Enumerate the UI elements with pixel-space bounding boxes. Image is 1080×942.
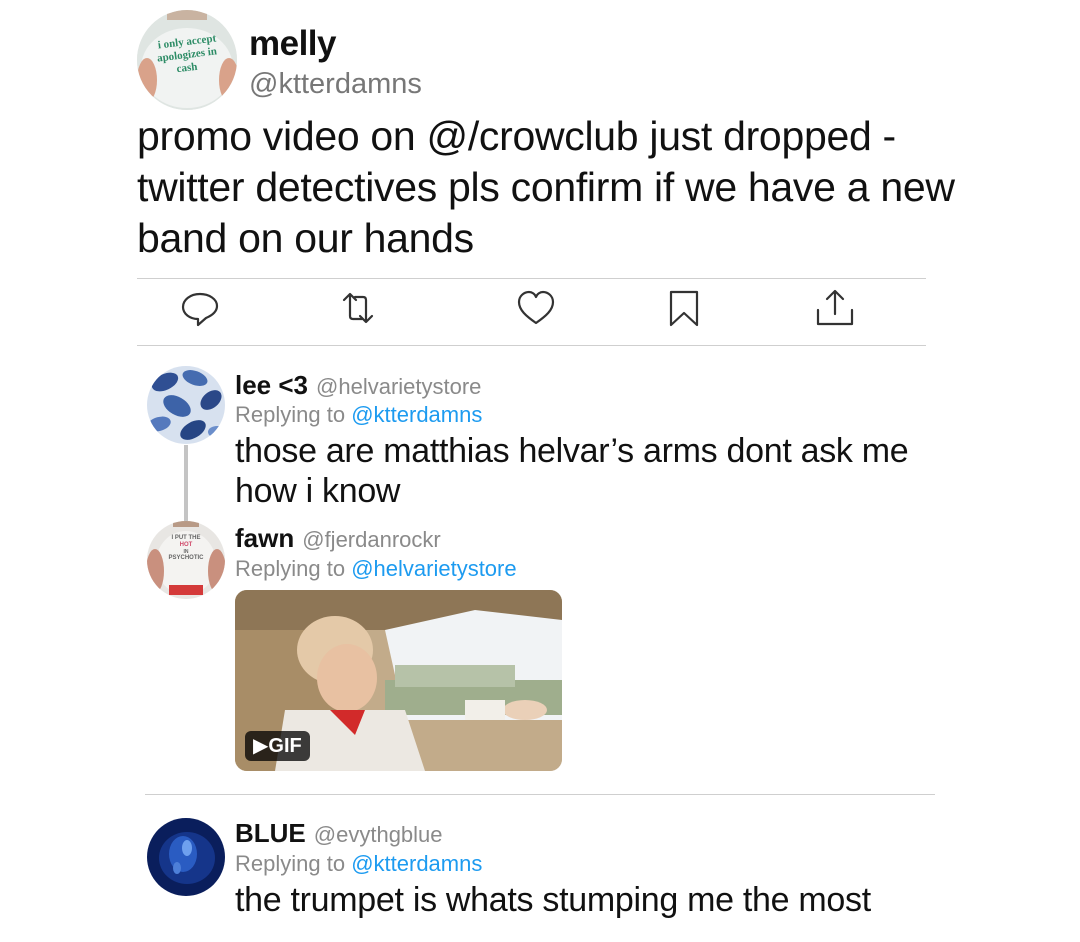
avatar-photo bbox=[147, 818, 225, 896]
tweet-text: promo video on @/crowclub just dropped -… bbox=[137, 113, 955, 261]
avatar-shirt-text: I PUT THE bbox=[171, 535, 201, 541]
replying-to: Replying to @ktterdamns bbox=[235, 402, 482, 428]
gif-badge: ▶GIF bbox=[245, 731, 310, 761]
avatar-photo bbox=[147, 366, 225, 444]
replying-to: Replying to @helvarietystore bbox=[235, 556, 517, 582]
reply-header: BLUE @evythgblue bbox=[235, 818, 443, 849]
reply-icon bbox=[181, 292, 219, 327]
avatar[interactable] bbox=[147, 818, 225, 896]
replying-to-label: Replying to bbox=[235, 402, 346, 427]
like-icon bbox=[517, 290, 555, 325]
replying-to-label: Replying to bbox=[235, 556, 346, 581]
author-handle[interactable]: @helvarietystore bbox=[316, 374, 481, 399]
thread-line bbox=[184, 445, 188, 521]
reply-text: those are matthias helvar’s arms dont as… bbox=[235, 432, 909, 510]
replying-to: Replying to @ktterdamns bbox=[235, 851, 482, 877]
author-handle[interactable]: @ktterdamns bbox=[249, 68, 422, 101]
author-name[interactable]: melly bbox=[249, 24, 337, 64]
like-button[interactable] bbox=[514, 286, 558, 330]
author-name[interactable]: lee <3 bbox=[235, 370, 308, 400]
gif-media[interactable]: ▶GIF bbox=[235, 590, 562, 771]
avatar[interactable] bbox=[147, 366, 225, 444]
author-name[interactable]: fawn bbox=[235, 523, 294, 553]
mention-link[interactable]: @ktterdamns bbox=[351, 851, 482, 876]
reply-header: lee <3 @helvarietystore bbox=[235, 370, 481, 401]
share-icon bbox=[816, 289, 854, 326]
divider bbox=[137, 278, 926, 279]
share-button[interactable] bbox=[813, 286, 857, 330]
avatar-shirt-text: HOT bbox=[179, 542, 193, 548]
retweet-icon bbox=[342, 292, 374, 324]
bookmark-icon bbox=[669, 290, 699, 327]
divider bbox=[137, 345, 926, 346]
reply-button[interactable] bbox=[178, 286, 222, 330]
retweet-button[interactable] bbox=[336, 286, 380, 330]
reply-text: the trumpet is whats stumping me the mos… bbox=[235, 881, 871, 919]
mention-link[interactable]: @ktterdamns bbox=[351, 402, 482, 427]
avatar-shirt-text: PSYCHOTIC bbox=[168, 555, 204, 561]
author-handle[interactable]: @fjerdanrockr bbox=[302, 527, 441, 552]
avatar[interactable]: I PUT THE HOT IN PSYCHOTIC bbox=[147, 521, 225, 599]
avatar[interactable]: i only accept apologizes in cash bbox=[137, 10, 237, 110]
bookmark-button[interactable] bbox=[662, 286, 706, 330]
mention-link[interactable]: @helvarietystore bbox=[351, 556, 516, 581]
divider bbox=[145, 794, 935, 795]
replying-to-label: Replying to bbox=[235, 851, 346, 876]
author-name[interactable]: BLUE bbox=[235, 818, 306, 848]
author-handle[interactable]: @evythgblue bbox=[314, 822, 443, 847]
gif-label: GIF bbox=[268, 735, 302, 757]
play-icon: ▶ bbox=[253, 735, 269, 757]
reply-header: fawn @fjerdanrockr bbox=[235, 523, 441, 554]
